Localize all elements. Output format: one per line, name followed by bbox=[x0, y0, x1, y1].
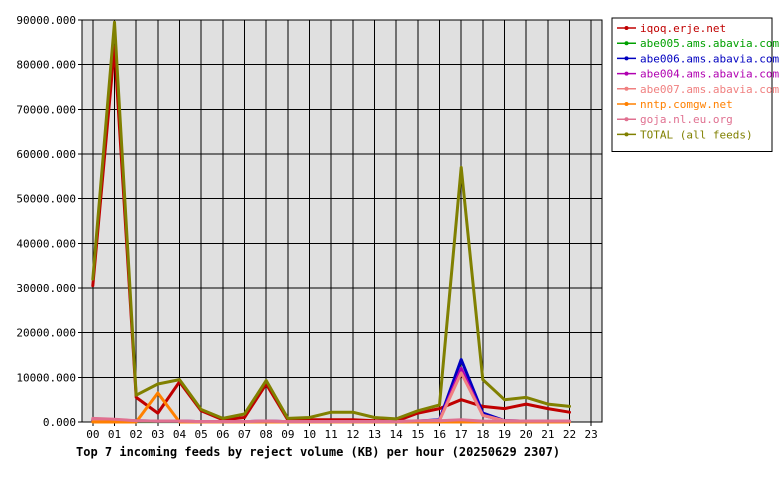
legend-swatch-dot bbox=[624, 71, 629, 76]
x-tick-label: 08 bbox=[260, 428, 273, 441]
x-tick-label: 14 bbox=[390, 428, 404, 441]
legend-swatch-dot bbox=[624, 26, 629, 30]
x-tick-label: 11 bbox=[325, 428, 338, 441]
chart-title: Top 7 incoming feeds by reject volume (K… bbox=[76, 445, 560, 459]
x-tick-label: 16 bbox=[433, 428, 446, 441]
x-tick-label: 22 bbox=[563, 428, 576, 441]
x-tick-label: 00 bbox=[86, 428, 99, 441]
x-tick-label: 04 bbox=[173, 428, 187, 441]
legend-swatch-dot bbox=[624, 86, 629, 91]
x-axis-ticks: 00 01 02 03 04 05 06 07 08 09 10 11 12 13 14 15 16 17 18 19… bbox=[86, 422, 598, 441]
x-tick-label: 18 bbox=[476, 428, 489, 441]
legend-label: iqoq.erje.net bbox=[640, 22, 726, 35]
x-tick-label: 21 bbox=[541, 428, 554, 441]
legend-swatch-dot bbox=[624, 102, 629, 106]
plot-background bbox=[82, 20, 602, 422]
x-tick-label: 13 bbox=[368, 428, 381, 441]
legend-label: abe005.ams.abavia.com bbox=[640, 37, 779, 50]
legend: iqoq.erje.net abe005.ams.abavia.com abe006… bbox=[611, 17, 779, 153]
x-tick-label: 17 bbox=[455, 428, 468, 441]
x-tick-label: 05 bbox=[195, 428, 208, 441]
legend-swatch-dot bbox=[624, 132, 629, 137]
chart: 0.000 10000.000 20000.000 30000.000 40000.00… bbox=[16, 14, 779, 459]
y-tick-label: 20000.000 bbox=[16, 327, 76, 340]
y-axis-ticks: 0.000 10000.000 20000.000 30000.000 40000.00… bbox=[16, 14, 82, 429]
y-tick-label: 60000.000 bbox=[16, 148, 76, 161]
x-tick-label: 06 bbox=[216, 428, 229, 441]
legend-label: abe004.ams.abavia.com bbox=[640, 68, 779, 81]
legend-label: abe006.ams.abavia.com bbox=[640, 52, 779, 65]
y-tick-label: 10000.000 bbox=[16, 371, 76, 384]
x-tick-label: 23 bbox=[585, 428, 598, 441]
plot-area bbox=[81, 19, 603, 423]
legend-label: abe007.ams.abavia.com bbox=[640, 83, 779, 96]
y-tick-label: 50000.000 bbox=[16, 193, 76, 206]
x-tick-label: 01 bbox=[108, 428, 121, 441]
legend-label: nntp.comgw.net bbox=[640, 98, 733, 111]
legend-label: TOTAL (all feeds) bbox=[640, 128, 753, 141]
x-tick-label: 09 bbox=[281, 428, 294, 441]
x-tick-label: 20 bbox=[520, 428, 533, 441]
x-tick-label: 19 bbox=[498, 428, 511, 441]
y-tick-label: 40000.000 bbox=[16, 237, 76, 250]
legend-swatch-dot bbox=[624, 117, 629, 122]
x-tick-label: 07 bbox=[238, 428, 251, 441]
x-tick-label: 12 bbox=[346, 428, 359, 441]
y-tick-label: 80000.000 bbox=[16, 59, 76, 72]
legend-label: goja.nl.eu.org bbox=[640, 113, 733, 126]
legend-swatch-dot bbox=[624, 56, 629, 61]
x-tick-label: 02 bbox=[130, 428, 143, 441]
x-tick-label: 03 bbox=[151, 428, 164, 441]
x-tick-label: 10 bbox=[303, 428, 316, 441]
y-tick-label: 30000.000 bbox=[16, 282, 76, 295]
legend-swatch-dot bbox=[624, 41, 629, 46]
x-tick-label: 15 bbox=[411, 428, 424, 441]
y-tick-label: 90000.000 bbox=[16, 14, 76, 27]
y-tick-label: 70000.000 bbox=[16, 103, 76, 116]
y-tick-label: 0.000 bbox=[43, 416, 76, 429]
